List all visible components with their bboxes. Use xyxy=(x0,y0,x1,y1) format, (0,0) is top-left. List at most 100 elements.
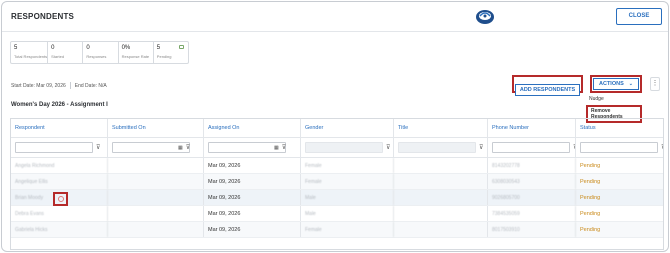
table-row[interactable]: Gabriela Hicks Mar 09, 2026 Female 80175… xyxy=(11,222,663,238)
add-respondents-button[interactable]: ADD RESPONDENTS xyxy=(515,84,580,96)
respondents-table: Respondent Submitted On Assigned On Gend… xyxy=(10,118,664,250)
filter-icon[interactable]: ⊽ xyxy=(186,144,190,151)
mail-icon xyxy=(179,45,185,49)
assigned-on: Mar 09, 2026 xyxy=(204,222,301,237)
filter-cell: ⊽ xyxy=(301,138,394,157)
date-divider xyxy=(69,82,71,89)
filter-input[interactable] xyxy=(398,142,476,153)
stat-started: 0 Started xyxy=(48,42,84,63)
column-header-phone-number[interactable]: Phone Number xyxy=(488,119,576,137)
respondent-name[interactable]: Angela Richmond xyxy=(11,158,108,173)
calendar-icon[interactable]: ▦ xyxy=(178,145,183,151)
filter-input[interactable] xyxy=(580,142,658,153)
menu-item-nudge[interactable]: Nudge xyxy=(586,94,642,104)
stat-response-rate: 0% Response Rate xyxy=(119,42,154,63)
filter-input[interactable] xyxy=(15,142,93,153)
end-date: End Date: N/A xyxy=(74,82,107,89)
respondent-name[interactable]: Angelique Ellis xyxy=(11,174,108,189)
stat-value: 0% xyxy=(121,45,131,51)
stat-label: Total Respondents xyxy=(14,54,48,59)
column-header-gender[interactable]: Gender xyxy=(301,119,394,137)
submitted-on xyxy=(108,222,204,237)
stat-pending: 5 Pending xyxy=(154,42,188,63)
submitted-on xyxy=(108,158,204,173)
actions-button[interactable]: ACTIONS ⌄ xyxy=(593,78,639,90)
table-row[interactable]: Brian Moody Mar 09, 2026 Male 9026805700… xyxy=(11,190,663,206)
filter-input[interactable] xyxy=(305,142,383,153)
gender: Male xyxy=(301,190,394,205)
column-header-title[interactable]: Title xyxy=(394,119,488,137)
stat-label: Pending xyxy=(156,54,172,59)
respondents-panel: RESPONDENTS CLOSE 5 Total Respondents 0 … xyxy=(1,1,669,252)
title xyxy=(394,222,488,237)
submitted-on xyxy=(108,190,204,205)
filter-cell: ⊽ xyxy=(394,138,488,157)
stat-label: Response Rate xyxy=(121,54,150,59)
filter-icon[interactable]: ⊽ xyxy=(386,144,390,151)
filter-row: ⊽ ▦⊽ ▦⊽ ⊽ ⊽ ⊽ ⊽ xyxy=(11,138,663,158)
status-badge: Pending xyxy=(580,227,601,233)
filter-cell: ⊽ xyxy=(576,138,663,157)
remove-circle-icon[interactable] xyxy=(58,196,64,202)
close-button[interactable]: CLOSE xyxy=(616,8,662,25)
stat-label: Started xyxy=(51,54,65,59)
stat-total: 5 Total Respondents xyxy=(11,42,49,63)
filter-icon[interactable]: ⊽ xyxy=(282,144,286,151)
phone-number: 8143202778 xyxy=(488,158,576,173)
filter-input[interactable] xyxy=(492,142,570,153)
stats-bar: 5 Total Respondents 0 Started 0 Response… xyxy=(10,41,189,64)
stat-value: 0 xyxy=(86,45,90,51)
filter-cell: ⊽ xyxy=(488,138,576,157)
gender: Female xyxy=(301,158,394,173)
column-header-assigned-on[interactable]: Assigned On xyxy=(204,119,301,137)
status-badge: Pending xyxy=(580,179,601,185)
actions-highlight: ACTIONS ⌄ xyxy=(590,75,642,93)
chevron-down-icon: ⌄ xyxy=(628,81,633,87)
assigned-on: Mar 09, 2026 xyxy=(204,158,301,173)
phone-number: 7384535059 xyxy=(488,206,576,221)
assigned-on: Mar 09, 2026 xyxy=(204,206,301,221)
assigned-on: Mar 09, 2026 xyxy=(204,190,301,205)
assignment-title: Women's Day 2026 - Assignment I xyxy=(11,102,108,108)
table-row[interactable]: Angelique Ellis Mar 09, 2026 Female 6308… xyxy=(11,174,663,190)
filter-cell: ⊽ xyxy=(11,138,108,157)
filter-icon[interactable]: ⊽ xyxy=(96,144,100,151)
respondent-name-text: Brian Moody xyxy=(15,195,44,201)
column-header-submitted-on[interactable]: Submitted On xyxy=(108,119,204,137)
add-respondents-highlight: ADD RESPONDENTS xyxy=(512,75,583,96)
panel-header: RESPONDENTS CLOSE xyxy=(2,2,668,32)
filter-icon[interactable]: ⊽ xyxy=(479,144,483,151)
more-options-button[interactable]: ⋮ xyxy=(650,77,660,91)
filter-icon[interactable]: ⊽ xyxy=(661,144,663,151)
brand-logo-icon xyxy=(476,10,494,24)
stat-value: 5 xyxy=(14,45,18,51)
filter-cell: ▦ ⊽ xyxy=(204,138,301,157)
phone-number: 6308030543 xyxy=(488,174,576,189)
status-badge: Pending xyxy=(576,190,663,205)
submitted-on xyxy=(108,174,204,189)
assigned-on: Mar 09, 2026 xyxy=(204,174,301,189)
phone-number: 8017503910 xyxy=(488,222,576,237)
respondent-name[interactable]: Gabriela Hicks xyxy=(11,222,108,237)
start-date: Start Date: Mar 09, 2026 xyxy=(11,82,66,89)
page-title: RESPONDENTS xyxy=(11,12,75,21)
title xyxy=(394,206,488,221)
phone-number: 9026805700 xyxy=(488,190,576,205)
column-header-respondent[interactable]: Respondent xyxy=(11,119,108,137)
date-range: Start Date: Mar 09, 2026 End Date: N/A xyxy=(11,82,107,89)
column-header-status[interactable]: Status xyxy=(576,119,663,137)
row-action-highlight xyxy=(53,192,68,206)
actions-label: ACTIONS xyxy=(599,81,624,87)
title xyxy=(394,158,488,173)
status-badge: Pending xyxy=(580,163,601,169)
filter-cell: ▦ ⊽ xyxy=(108,138,204,157)
table-row[interactable]: Debra Evans Mar 09, 2026 Male 7384535059… xyxy=(11,206,663,222)
gender: Male xyxy=(301,206,394,221)
table-header-row: Respondent Submitted On Assigned On Gend… xyxy=(11,119,663,138)
submitted-on xyxy=(108,206,204,221)
title xyxy=(394,174,488,189)
stat-responses: 0 Responses xyxy=(83,42,119,63)
respondent-name[interactable]: Debra Evans xyxy=(11,206,108,221)
table-row[interactable]: Angela Richmond Mar 09, 2026 Female 8143… xyxy=(11,158,663,174)
calendar-icon[interactable]: ▦ xyxy=(274,145,279,151)
